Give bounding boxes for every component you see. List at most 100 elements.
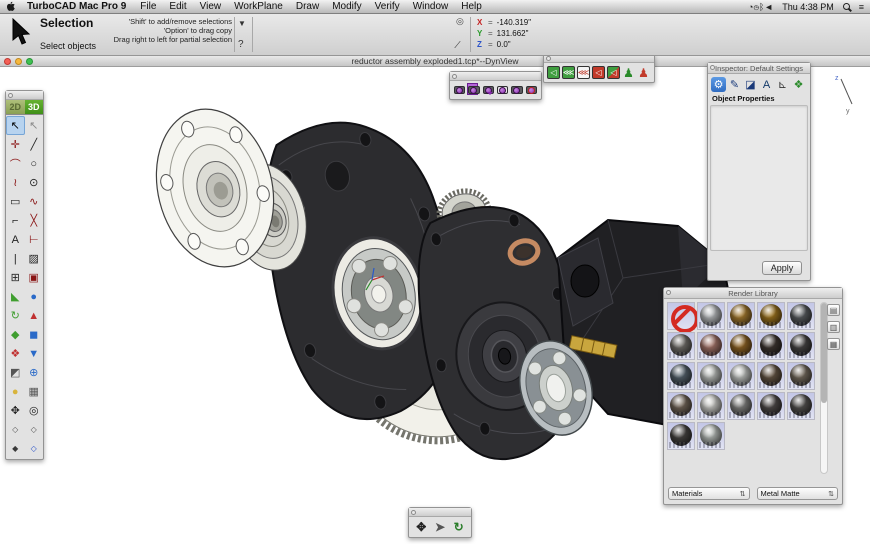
menu-item[interactable]: File xyxy=(140,1,156,12)
text-style-tab[interactable]: A xyxy=(759,77,774,92)
material-swatch[interactable] xyxy=(757,392,785,420)
material-swatch[interactable] xyxy=(667,332,695,360)
menu-item[interactable]: Help xyxy=(461,1,482,12)
curve-tool[interactable]: ≀ xyxy=(6,173,25,192)
dimension-style-tab[interactable]: ⊾ xyxy=(775,77,790,92)
tab-3d[interactable]: 3D xyxy=(25,100,44,114)
sphere-tool[interactable]: ● xyxy=(25,287,44,306)
revolve-tool[interactable]: ↻ xyxy=(6,306,25,325)
line-tool[interactable]: ╱ xyxy=(25,135,44,154)
snap-mode-icon[interactable]: ◎ xyxy=(456,16,464,27)
wireframe-view-tool[interactable]: ◇ xyxy=(25,439,44,458)
material-set-popup[interactable]: Metal Matte⇅ xyxy=(757,487,839,500)
apple-menu-icon[interactable] xyxy=(6,1,17,12)
render-select-tool[interactable]: ➤ xyxy=(433,519,448,534)
camera-drop-tool[interactable] xyxy=(483,84,494,96)
material-swatch[interactable] xyxy=(727,362,755,390)
inspector-title-bar[interactable]: Inspector: Default Settings xyxy=(708,63,810,74)
angle-mode-icon[interactable]: ∕ xyxy=(457,40,459,51)
group-tool[interactable]: ▣ xyxy=(25,268,44,287)
menu-bar-clock[interactable]: Thu 4:38 PM xyxy=(782,2,834,12)
pen-tab[interactable]: ✎ xyxy=(727,77,742,92)
point-tool[interactable]: ✛ xyxy=(6,135,25,154)
polyline-tool[interactable]: ⌐ xyxy=(6,211,25,230)
menu-item[interactable]: Draw xyxy=(296,1,319,12)
extrude-tool[interactable]: ◣ xyxy=(6,287,25,306)
loft-tool[interactable]: ▲ xyxy=(25,306,44,325)
palette-close-icon[interactable] xyxy=(8,93,13,98)
camera-properties-tool[interactable] xyxy=(468,84,479,96)
new-material-button[interactable]: ▤ xyxy=(827,304,840,316)
head-light-tool[interactable]: ◁ xyxy=(592,66,605,79)
material-swatch[interactable] xyxy=(787,302,815,330)
render-library-title-bar[interactable]: Render Library xyxy=(664,288,842,299)
open-select-tool[interactable]: ↖ xyxy=(25,116,44,135)
material-swatch[interactable] xyxy=(667,392,695,420)
palette-close-icon[interactable] xyxy=(666,290,671,295)
palette-close-icon[interactable] xyxy=(546,56,551,61)
hatch-tool[interactable]: ▨ xyxy=(25,249,44,268)
multi-light-on-tool[interactable]: ⋘ xyxy=(562,66,575,79)
shaded-view-tool[interactable]: ◆ xyxy=(6,439,25,458)
app-name[interactable]: TurboCAD Mac Pro 9 xyxy=(27,1,126,12)
iso-view-tool[interactable]: ◇ xyxy=(6,420,25,439)
dimetric-view-tool[interactable]: ◇ xyxy=(25,420,44,439)
menu-item[interactable]: Verify xyxy=(375,1,400,12)
sweep-tool[interactable]: ◆ xyxy=(6,325,25,344)
palette-title-bar[interactable] xyxy=(450,72,541,81)
insert-block-tool[interactable]: ⊞ xyxy=(6,268,25,287)
material-swatch[interactable] xyxy=(727,392,755,420)
spotlight-icon[interactable] xyxy=(843,3,850,10)
walkthrough-person-tool[interactable]: ♟ xyxy=(622,66,635,79)
pan-tool[interactable]: ✥ xyxy=(6,401,25,420)
menu-item[interactable]: View xyxy=(200,1,222,12)
material-swatch[interactable] xyxy=(697,422,725,450)
cylinder-tool[interactable]: ⊕ xyxy=(25,363,44,382)
handles-tab[interactable]: ❖ xyxy=(791,77,806,92)
window-close-button[interactable] xyxy=(4,58,11,65)
insert-camera-tool[interactable] xyxy=(454,84,465,96)
edit-material-button[interactable]: ▥ xyxy=(827,321,840,333)
material-swatch[interactable] xyxy=(727,332,755,360)
notification-center-icon[interactable]: ≡ xyxy=(859,2,864,12)
material-swatch[interactable] xyxy=(787,362,815,390)
material-swatch[interactable] xyxy=(667,362,695,390)
menu-item[interactable]: WorkPlane xyxy=(234,1,283,12)
material-options-button[interactable]: ▦ xyxy=(827,338,840,350)
multi-light-off-tool[interactable]: ⋘ xyxy=(577,66,590,79)
material-category-popup[interactable]: Materials⇅ xyxy=(668,487,750,500)
material-swatch[interactable] xyxy=(697,362,725,390)
rectangle-tool[interactable]: ▭ xyxy=(6,192,25,211)
brush-tab[interactable]: ◪ xyxy=(743,77,758,92)
menu-item[interactable]: Modify xyxy=(332,1,361,12)
material-swatch[interactable] xyxy=(667,422,695,450)
subtract-tool[interactable]: ▼ xyxy=(25,344,44,363)
material-swatch[interactable] xyxy=(697,332,725,360)
no-material-swatch[interactable] xyxy=(667,302,695,330)
palette-title-bar[interactable] xyxy=(409,508,471,517)
select-tool[interactable]: ↖ xyxy=(6,116,25,135)
palette-close-icon[interactable] xyxy=(452,74,457,79)
palette-close-icon[interactable] xyxy=(710,65,715,70)
construction-line-tool[interactable]: | xyxy=(6,249,25,268)
palette-title-bar[interactable] xyxy=(6,91,43,100)
material-swatch[interactable] xyxy=(787,392,815,420)
palette-close-icon[interactable] xyxy=(411,510,416,515)
material-swatch[interactable] xyxy=(787,332,815,360)
zoom-tool[interactable]: ◎ xyxy=(25,401,44,420)
text-tool[interactable]: A xyxy=(6,230,25,249)
look-from-camera-tool[interactable] xyxy=(497,84,508,96)
shell-tool[interactable]: ◩ xyxy=(6,363,25,382)
tool-options-expander[interactable]: ▼ xyxy=(238,19,246,28)
window-minimize-button[interactable] xyxy=(15,58,22,65)
material-sphere-tool[interactable]: ● xyxy=(6,382,25,401)
material-swatch[interactable] xyxy=(697,302,725,330)
standing-person-tool[interactable]: ♟ xyxy=(637,66,650,79)
material-swatch[interactable] xyxy=(757,302,785,330)
material-swatch[interactable] xyxy=(697,392,725,420)
arc-tool[interactable]: ⌒ xyxy=(6,154,25,173)
spline-tool[interactable]: ∿ xyxy=(25,192,44,211)
circle-tool[interactable]: ○ xyxy=(25,154,44,173)
spot-light-on-tool[interactable]: ◁ xyxy=(547,66,560,79)
ellipse-tool[interactable]: ⊙ xyxy=(25,173,44,192)
